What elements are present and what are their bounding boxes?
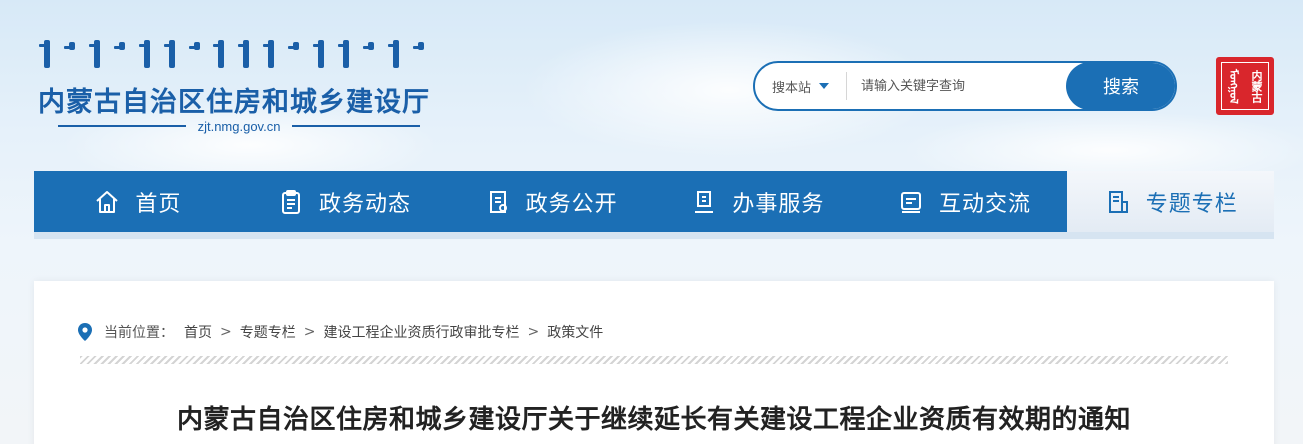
service-icon <box>695 190 714 213</box>
seal-text-mongolian: ᠮᠣᠩᠭᠣᠯ <box>1227 68 1240 104</box>
nav-item-services[interactable]: 办事服务 <box>654 171 861 232</box>
breadcrumb-link-topics[interactable]: 专题专栏 <box>240 322 296 342</box>
site-header: 内蒙古自治区住房和城乡建设厅 zjt.nmg.gov.cn 搜本站 搜索 内蒙古… <box>0 0 1303 170</box>
location-pin-icon <box>78 323 92 341</box>
breadcrumb-link-policy[interactable]: 政策文件 <box>547 322 603 342</box>
search-button[interactable]: 搜索 <box>1066 63 1175 109</box>
article-title: 内蒙古自治区住房和城乡建设厅关于继续延长有关建设工程企业资质有效期的通知 <box>176 405 1131 435</box>
search-bar: 搜本站 搜索 <box>753 61 1177 111</box>
nav-item-disclosure[interactable]: 政务公开 <box>447 171 654 232</box>
nav-item-label: 专题专栏 <box>1145 191 1238 217</box>
topic-icon <box>1108 190 1128 213</box>
nav-item-news[interactable]: 政务动态 <box>241 171 448 232</box>
domain-text: zjt.nmg.gov.cn <box>197 118 281 134</box>
site-title[interactable]: 内蒙古自治区住房和城乡建设厅 <box>38 80 430 119</box>
nav-item-interaction[interactable]: 互动交流 <box>861 171 1068 232</box>
home-icon <box>96 190 118 213</box>
nav-item-label: 政务动态 <box>319 191 412 217</box>
breadcrumb: 当前位置： 首页 > 专题专栏 > 建设工程企业资质行政审批专栏 > 政策文件 <box>78 322 603 342</box>
main-nav: 首页 政务动态 政务公开 办事服务 互动交流 专题专栏 <box>34 171 1275 239</box>
nav-item-label: 互动交流 <box>939 191 1032 217</box>
chat-icon <box>901 191 922 213</box>
clipboard-icon <box>282 189 300 214</box>
caret-down-icon <box>819 83 829 89</box>
breadcrumb-link-home[interactable]: 首页 <box>184 322 212 342</box>
nav-item-label: 办事服务 <box>732 191 825 217</box>
breadcrumb-separator: > <box>527 324 540 340</box>
search-scope-select[interactable]: 搜本站 <box>755 72 847 100</box>
nav-item-label: 首页 <box>135 191 182 217</box>
search-scope-label: 搜本站 <box>771 80 811 96</box>
breadcrumb-separator: > <box>220 324 232 340</box>
seal-logo: 内蒙古 ᠮᠣᠩᠭᠣᠯ <box>1216 57 1274 115</box>
document-list-icon <box>489 190 507 213</box>
divider <box>80 356 1228 364</box>
nav-item-home[interactable]: 首页 <box>34 171 241 232</box>
search-input[interactable] <box>847 63 1066 109</box>
mongolian-script-logo <box>39 40 424 76</box>
nav-item-label: 政务公开 <box>525 191 618 217</box>
breadcrumb-separator: > <box>303 324 316 340</box>
breadcrumb-prefix: 当前位置： <box>104 325 174 341</box>
site-domain: zjt.nmg.gov.cn <box>58 117 421 135</box>
seal-text-chinese: 内蒙古 <box>1250 69 1263 103</box>
breadcrumb-link-column[interactable]: 建设工程企业资质行政审批专栏 <box>323 322 519 342</box>
content-panel: 当前位置： 首页 > 专题专栏 > 建设工程企业资质行政审批专栏 > 政策文件 … <box>34 281 1274 444</box>
nav-item-topics[interactable]: 专题专栏 <box>1067 171 1275 232</box>
